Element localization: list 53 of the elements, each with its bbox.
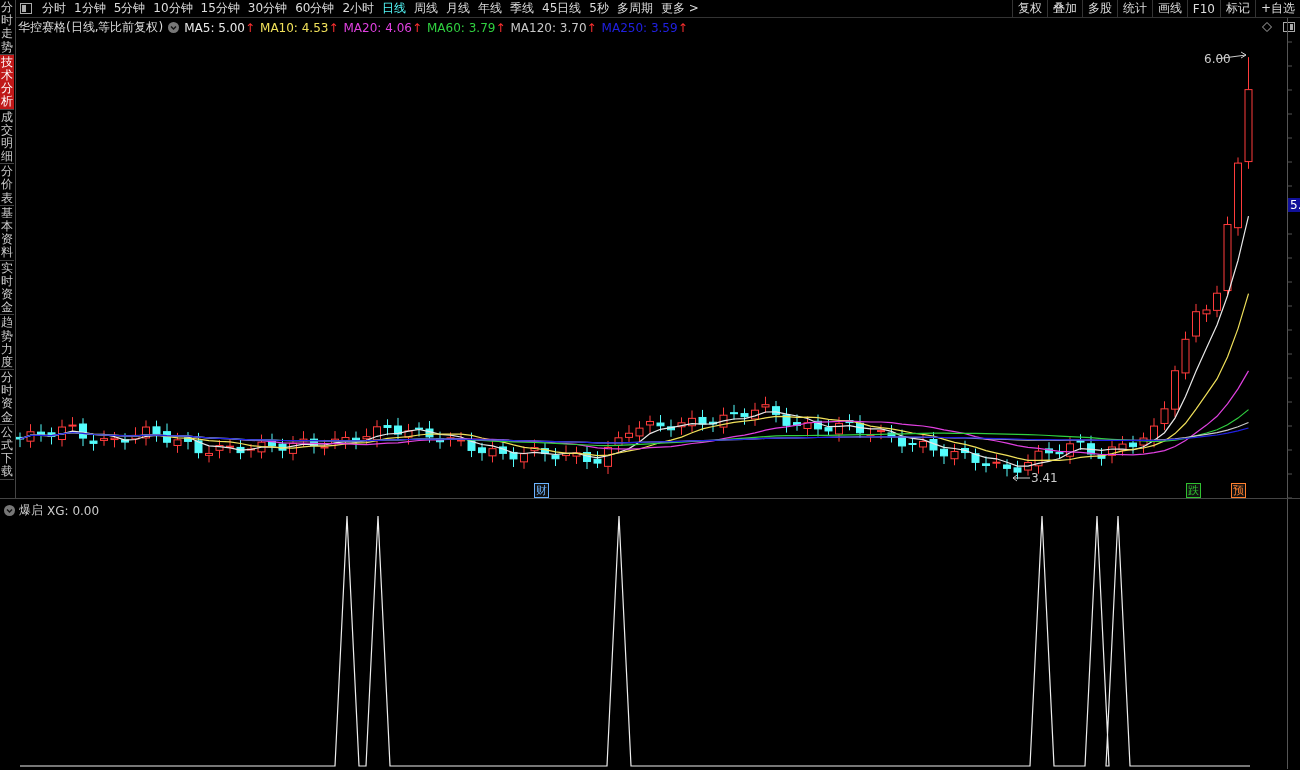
diamond-icon[interactable] — [1262, 22, 1272, 32]
chevron-circle-icon[interactable] — [4, 505, 15, 516]
event-marker[interactable]: 跌 — [1186, 483, 1201, 498]
sidebar-tab[interactable]: 分时走势 — [0, 0, 14, 55]
up-arrow: ↑ — [244, 20, 256, 35]
indicator-value: XG: 0.00 — [47, 503, 100, 518]
price-label: 3.41 — [1031, 471, 1058, 485]
ma-value: MA60: 3.79 — [427, 20, 496, 35]
period-tab[interactable]: 60分钟 — [291, 0, 339, 17]
indicator-name: 爆启 — [19, 502, 43, 519]
sidebar-tab[interactable]: 技术分析 — [0, 54, 14, 110]
up-arrow: ↑ — [495, 20, 506, 35]
price-label: 6.00 — [1204, 52, 1231, 66]
panel-icon[interactable] — [1283, 22, 1295, 32]
price-tag: 5. — [1288, 198, 1300, 212]
leader-line — [1012, 474, 1031, 482]
period-tab[interactable]: 5分钟 — [109, 0, 150, 17]
period-tab[interactable]: 5秒 — [585, 0, 613, 17]
period-tab[interactable]: 多周期 — [612, 0, 657, 17]
period-tab[interactable]: 45日线 — [538, 0, 586, 17]
ma-value: MA250: 3.59 — [601, 20, 678, 35]
up-arrow: ↑ — [677, 20, 688, 35]
sidebar-tab[interactable]: 成交明细 — [0, 109, 14, 165]
period-tab[interactable]: 月线 — [442, 0, 475, 17]
period-tab[interactable]: 分时 — [38, 0, 70, 17]
stock-title: 华控赛格(日线,等比前复权) — [18, 19, 164, 36]
period-tab[interactable]: 1分钟 — [70, 0, 110, 17]
period-tab[interactable]: 30分钟 — [243, 0, 292, 17]
event-marker[interactable]: 预 — [1231, 483, 1246, 498]
up-arrow: ↑ — [328, 20, 339, 35]
ma-value: MA20: 4.06 — [343, 20, 412, 35]
period-tab[interactable]: 10分钟 — [149, 0, 197, 17]
event-marker[interactable]: 财 — [534, 483, 549, 498]
ma-value: MA5: 5.00 — [184, 20, 245, 35]
sidebar-tab[interactable]: 基本资料 — [0, 205, 14, 261]
sidebar-tab[interactable]: 实时资金 — [0, 260, 14, 316]
ma-value: MA10: 4.53 — [260, 20, 329, 35]
panel-toggle-icon[interactable] — [20, 3, 32, 14]
period-tab[interactable]: 15分钟 — [196, 0, 244, 17]
period-tab[interactable]: 2小时 — [338, 0, 379, 17]
period-tab[interactable]: 年线 — [474, 0, 507, 17]
sidebar-tab[interactable]: 趋势力度 — [0, 315, 14, 371]
period-tab[interactable]: 更多 > — [656, 0, 703, 17]
sidebar-tab[interactable]: 公式下载 — [0, 424, 14, 480]
up-arrow: ↑ — [586, 20, 597, 35]
period-tab[interactable]: 季线 — [506, 0, 539, 17]
up-arrow: ↑ — [411, 20, 422, 35]
ma-value: MA120: 3.70 — [510, 20, 587, 35]
period-tab[interactable]: 日线 — [378, 0, 411, 17]
sidebar-tab[interactable]: 分时资金 — [0, 370, 14, 425]
chevron-circle-icon[interactable] — [168, 22, 180, 33]
sidebar-tab[interactable]: 分价表 — [0, 164, 14, 206]
period-tab[interactable]: 周线 — [410, 0, 443, 17]
